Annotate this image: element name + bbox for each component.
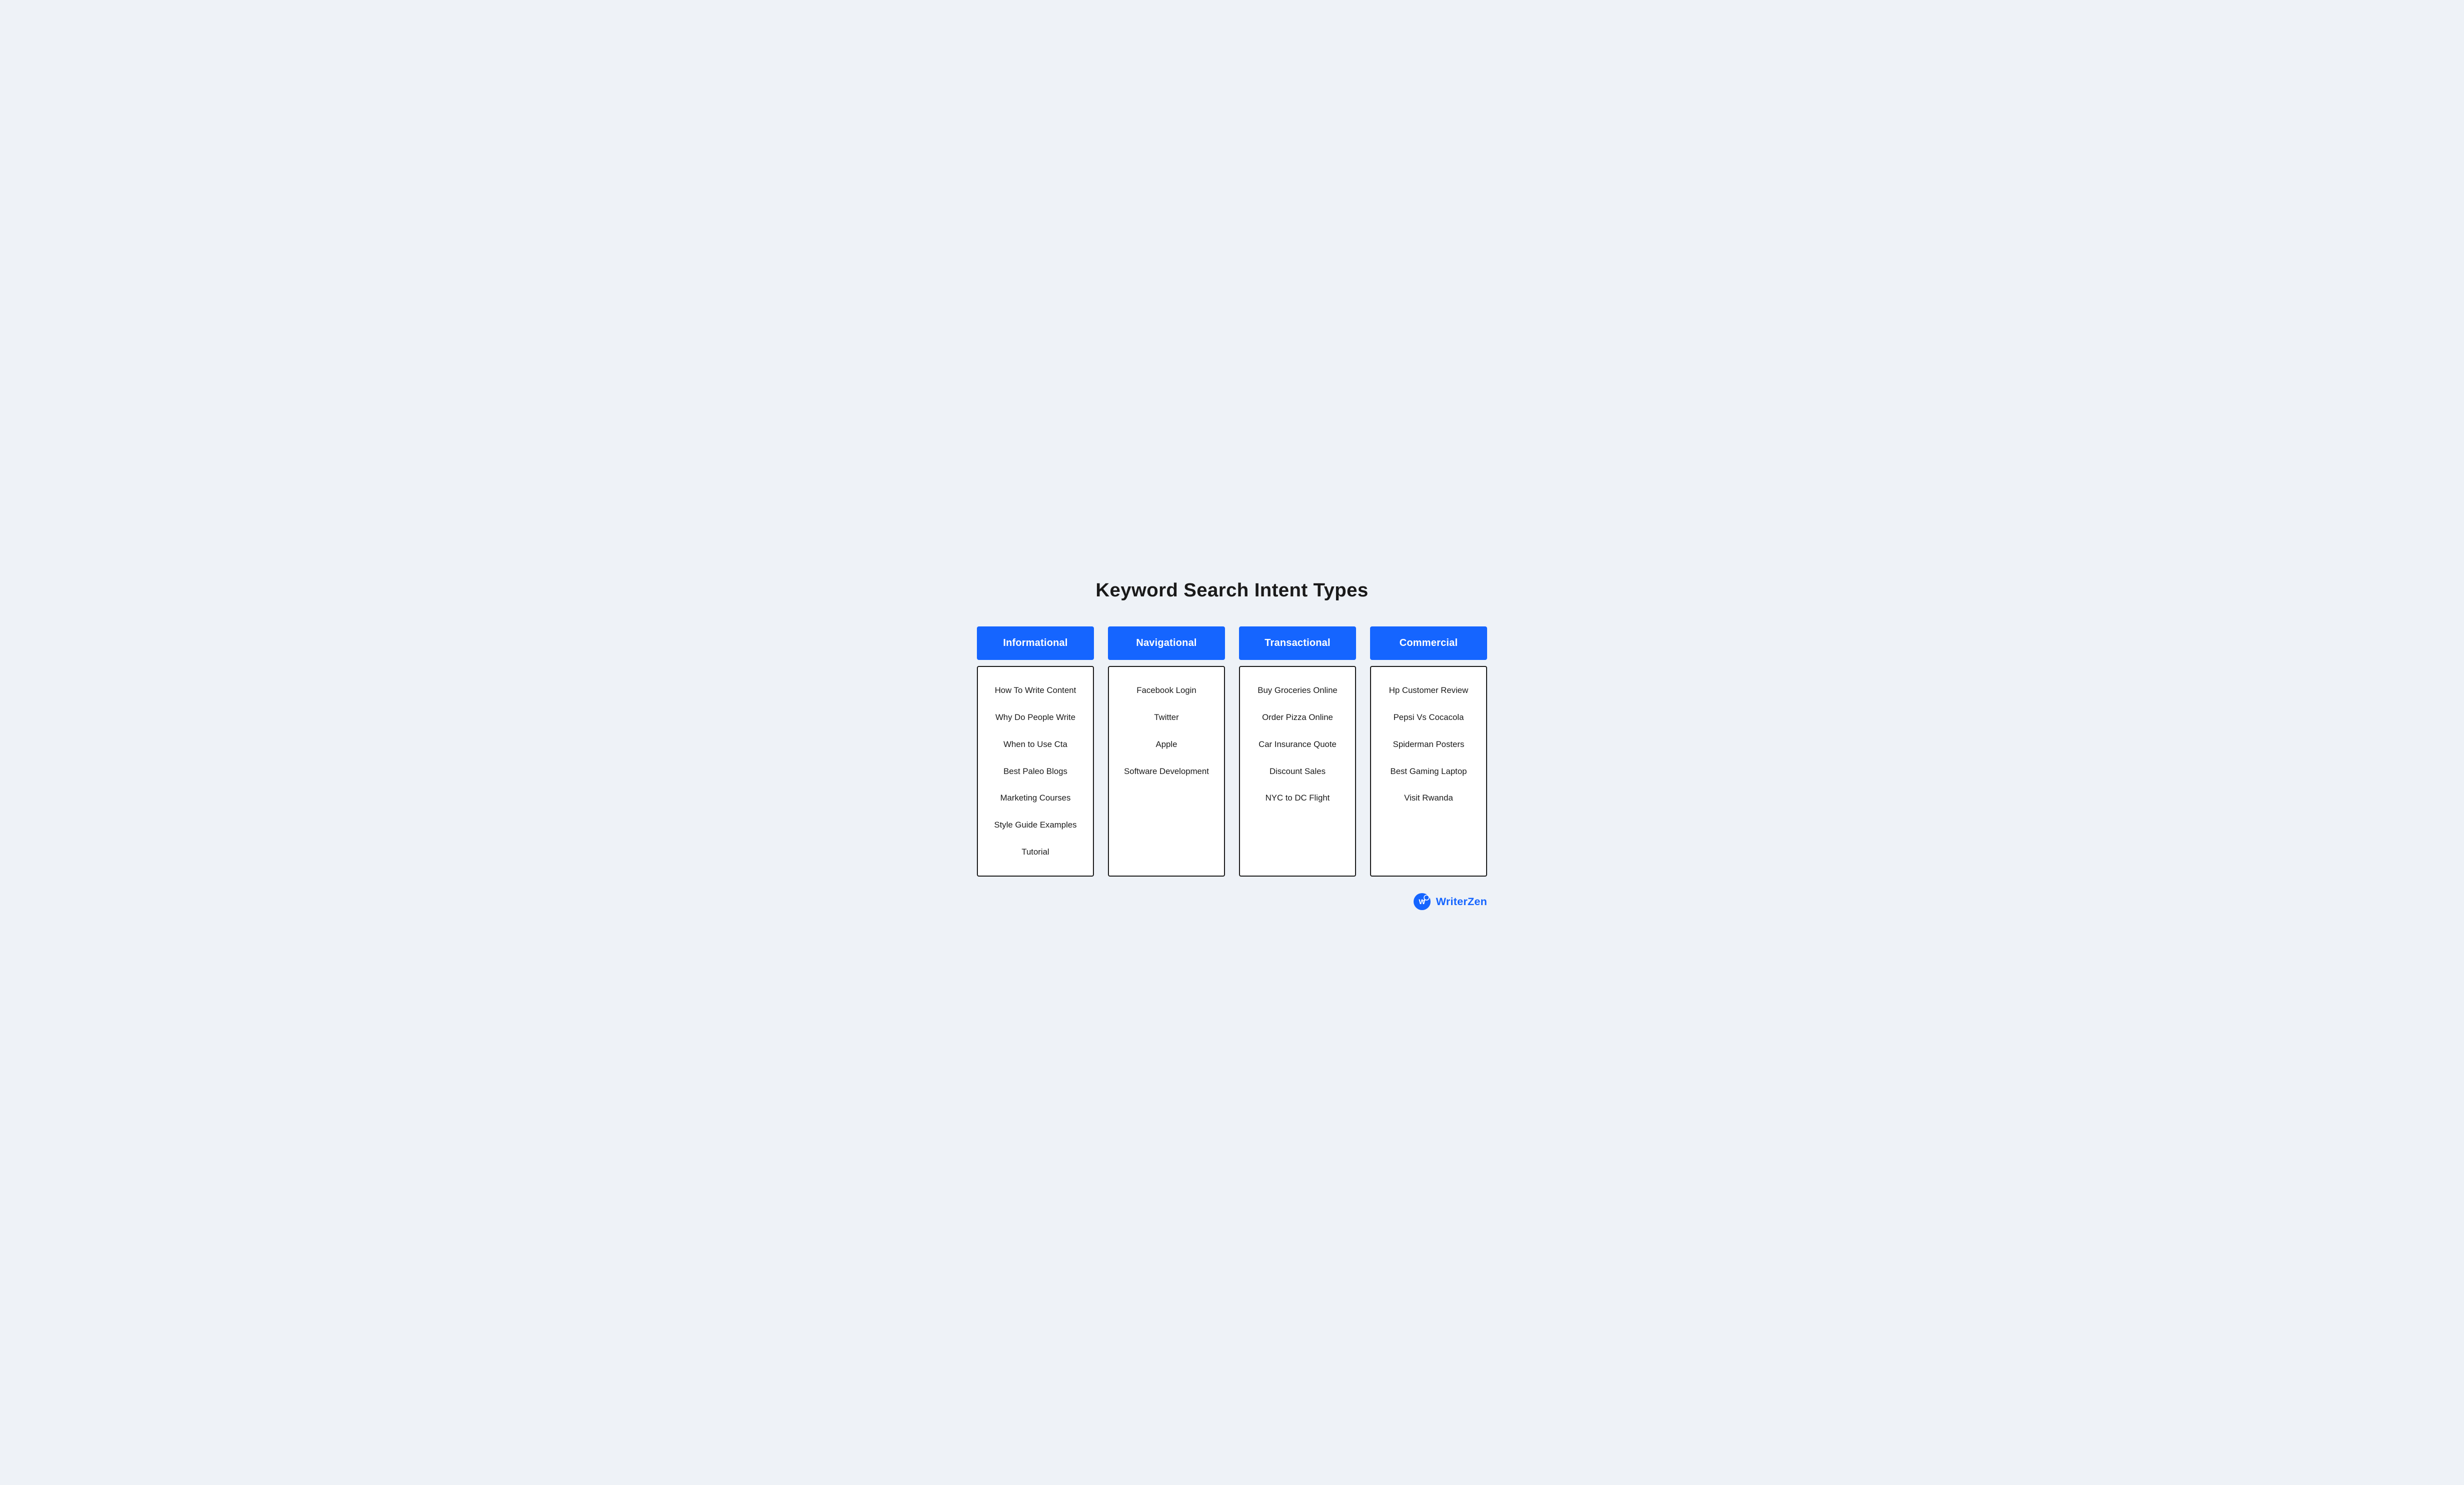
page-title: Keyword Search Intent Types [977, 579, 1487, 601]
list-item: Why Do People Write [983, 704, 1088, 731]
list-item: Style Guide Examples [983, 812, 1088, 839]
list-item: When to Use Cta [983, 731, 1088, 758]
list-item: Apple [1114, 731, 1219, 758]
column-transactional: Transactional Buy Groceries OnlineOrder P… [1239, 626, 1356, 877]
branding: W WriterZen [977, 893, 1487, 911]
branding-name-part1: Writer [1436, 895, 1468, 908]
list-item: Pepsi Vs Cocacola [1376, 704, 1481, 731]
list-item: Visit Rwanda [1376, 785, 1481, 812]
list-item: NYC to DC Flight [1245, 785, 1350, 812]
column-header-informational: Informational [977, 626, 1094, 660]
list-item: How To Write Content [983, 677, 1088, 704]
columns-wrapper: Informational How To Write ContentWhy Do … [977, 626, 1487, 877]
list-item: Software Development [1114, 758, 1219, 785]
list-item: Order Pizza Online [1245, 704, 1350, 731]
column-header-commercial: Commercial [1370, 626, 1487, 660]
column-header-transactional: Transactional [1239, 626, 1356, 660]
list-item: Twitter [1114, 704, 1219, 731]
list-item: Car Insurance Quote [1245, 731, 1350, 758]
column-navigational: Navigational Facebook LoginTwitterAppleSo… [1108, 626, 1225, 877]
writerzen-logo: W [1413, 893, 1431, 911]
list-item: Marketing Courses [983, 785, 1088, 812]
column-body-transactional: Buy Groceries OnlineOrder Pizza OnlineCa… [1239, 666, 1356, 877]
list-item: Spiderman Posters [1376, 731, 1481, 758]
column-body-informational: How To Write ContentWhy Do People WriteW… [977, 666, 1094, 877]
branding-text: WriterZen [1436, 895, 1487, 908]
column-header-navigational: Navigational [1108, 626, 1225, 660]
column-informational: Informational How To Write ContentWhy Do … [977, 626, 1094, 877]
list-item: Discount Sales [1245, 758, 1350, 785]
list-item: Best Paleo Blogs [983, 758, 1088, 785]
column-commercial: Commercial Hp Customer ReviewPepsi Vs Coc… [1370, 626, 1487, 877]
list-item: Best Gaming Laptop [1376, 758, 1481, 785]
list-item: Tutorial [983, 839, 1088, 866]
list-item: Buy Groceries Online [1245, 677, 1350, 704]
column-body-navigational: Facebook LoginTwitterAppleSoftware Devel… [1108, 666, 1225, 877]
list-item: Facebook Login [1114, 677, 1219, 704]
branding-name-part2: Zen [1468, 895, 1487, 908]
list-item: Hp Customer Review [1376, 677, 1481, 704]
column-body-commercial: Hp Customer ReviewPepsi Vs CocacolaSpide… [1370, 666, 1487, 877]
main-card: Keyword Search Intent Types Informationa… [957, 554, 1507, 931]
